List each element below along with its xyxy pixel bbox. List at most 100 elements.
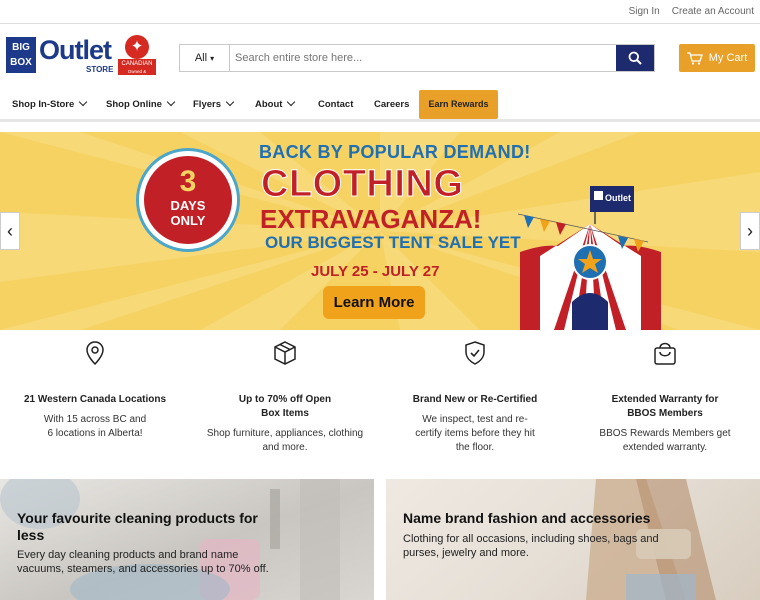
feature-text-line: BBOS Rewards Members get [599,428,731,439]
search-category-select[interactable]: All ▾ [180,45,230,71]
badge-only: ONLY [170,213,206,228]
feature-text-line: With 15 across BC and [43,414,147,425]
shopping-bag-icon [654,342,676,365]
banner-headline-top: BACK BY POPULAR DEMAND! [259,142,531,162]
promo-text-line: vacuums, steamers, and accessories up to… [17,563,269,575]
feature-certified: Brand New or Re-Certified We inspect, te… [380,340,570,455]
circus-tent-illustration: Outlet [518,186,661,330]
feature-title: Brand New or Re-Certified [412,394,538,405]
chevron-down-icon [225,97,235,107]
nav-careers[interactable]: Careers [374,88,409,122]
learn-more-button[interactable]: Learn More [323,286,425,319]
carousel-next-button[interactable]: › [740,212,760,250]
feature-text: BBOS Rewards Members get extended warran… [570,427,760,455]
feature-text-line: certify items before they hit [415,428,535,439]
logo-outlet-text: Outlet [39,35,112,65]
hero-banner[interactable]: 3 DAYS ONLY BACK BY POPULAR DEMAND! CLOT… [0,132,760,330]
promo-text: Clothing for all occasions, including sh… [403,532,659,560]
nav-about[interactable]: About [255,88,296,122]
banner-headline-main: CLOTHING [260,163,464,205]
caret-down-icon: ▾ [210,54,215,63]
feature-text-line: the floor. [455,442,495,453]
logo-store-text: STORE [86,65,114,74]
cart-button[interactable]: My Cart [679,44,755,72]
chevron-down-icon [79,97,88,107]
three-days-badge: 3 DAYS ONLY [139,151,237,249]
chevron-down-icon [166,97,176,107]
nav-flyers[interactable]: Flyers [193,88,235,122]
feature-title-line: Box Items [261,408,309,419]
logo-big-text: BIG [12,42,30,53]
cart-icon [686,51,703,65]
promo-fashion[interactable]: Name brand fashion and accessories Cloth… [386,479,760,600]
header: BIG BOX Outlet STORE ✦ CANADIAN Owned & … [0,25,760,87]
chevron-down-icon [287,97,296,107]
shield-check-icon [465,341,485,365]
promo-title: Your favourite cleaning products for les… [17,510,258,544]
carousel-prev-button[interactable]: ‹ [0,212,20,250]
feature-text-line: Shop furniture, appliances, clothing [206,428,364,439]
chevron-left-icon: ‹ [7,220,13,241]
feature-title: Up to 70% off Open Box Items [190,393,380,421]
nav-label: Careers [374,99,410,110]
promo-text-line: Clothing for all occasions, including sh… [403,533,659,545]
nav-label: Shop Online [106,99,162,110]
sign-in-link[interactable]: Sign In [629,6,660,17]
site-logo[interactable]: BIG BOX Outlet STORE ✦ CANADIAN Owned & … [6,35,156,82]
feature-text: Shop furniture, appliances, clothing and… [190,427,380,455]
logo-bigbox: BIG BOX [6,37,36,73]
promo-cleaning[interactable]: Your favourite cleaning products for les… [0,479,374,600]
feature-title: Extended Warranty for BBOS Members [570,393,760,421]
chevron-right-icon: › [747,220,753,241]
feature-text: We inspect, test and re- certify items b… [380,413,570,455]
account-links: Sign In Create an Account [629,6,754,17]
promo-title: Name brand fashion and accessories [403,510,651,526]
feature-text-line: and more. [262,442,308,453]
search-icon [628,51,642,65]
canadian-badge: ✦ CANADIAN Owned & Operated [118,35,156,82]
feature-text: With 15 across BC and 6 locations in Alb… [0,413,190,441]
badge-days: DAYS [170,198,206,213]
location-pin-icon [86,341,104,366]
feature-title-line: Extended Warranty for [611,394,719,405]
feature-locations: 21 Western Canada Locations With 15 acro… [0,340,190,441]
maple-leaf-icon: ✦ [125,35,149,59]
promo-text-line: Every day cleaning products and brand na… [17,549,239,561]
feature-warranty: Extended Warranty for BBOS Members BBOS … [570,340,760,455]
features-section: 21 Western Canada Locations With 15 acro… [0,340,760,475]
nav-label: Shop In-Store [12,99,75,110]
promo-text-line: purses, jewelry and more. [403,547,529,559]
canadian-sub-label: Owned & Operated [127,69,147,82]
nav-contact[interactable]: Contact [318,88,353,122]
feature-title-line: BBOS Members [627,408,703,419]
nav-label: About [255,99,283,110]
canadian-label: CANADIAN [121,61,153,67]
main-nav: Shop In-Store Shop Online Flyers About C… [0,88,760,122]
canadian-tag: CANADIAN Owned & Operated [118,59,156,82]
nav-label: Contact [318,99,354,110]
tent-flag-text: Outlet [605,193,631,203]
promo-text: Every day cleaning products and brand na… [17,548,269,576]
banner-headline-sub: OUR BIGGEST TENT SALE YET [265,233,521,252]
search-input[interactable] [230,45,616,71]
feature-title: 21 Western Canada Locations [23,394,167,405]
nav-shop-in-store[interactable]: Shop In-Store [12,88,88,122]
banner-headline-main-2: EXTRAVAGANZA! [260,204,482,234]
search-button[interactable] [616,45,654,71]
box-icon [274,341,296,365]
promo-title-line: Your favourite cleaning products for [17,510,258,526]
nav-shop-online[interactable]: Shop Online [106,88,176,122]
logo-box-text: BOX [10,57,32,68]
earn-rewards-button[interactable]: Earn Rewards [419,90,498,119]
nav-label: Flyers [193,99,221,110]
banner-dates: JULY 25 - JULY 27 [311,263,440,280]
feature-open-box: Up to 70% off Open Box Items Shop furnit… [190,340,380,455]
feature-text-line: extended warranty. [622,442,708,453]
search-bar: All ▾ [179,44,655,72]
create-account-link[interactable]: Create an Account [672,6,754,17]
promo-title-line: less [17,527,45,543]
badge-number: 3 [179,165,197,198]
feature-title-line: Up to 70% off Open [238,394,332,405]
feature-text-line: We inspect, test and re- [422,414,528,425]
cart-label: My Cart [708,52,748,64]
